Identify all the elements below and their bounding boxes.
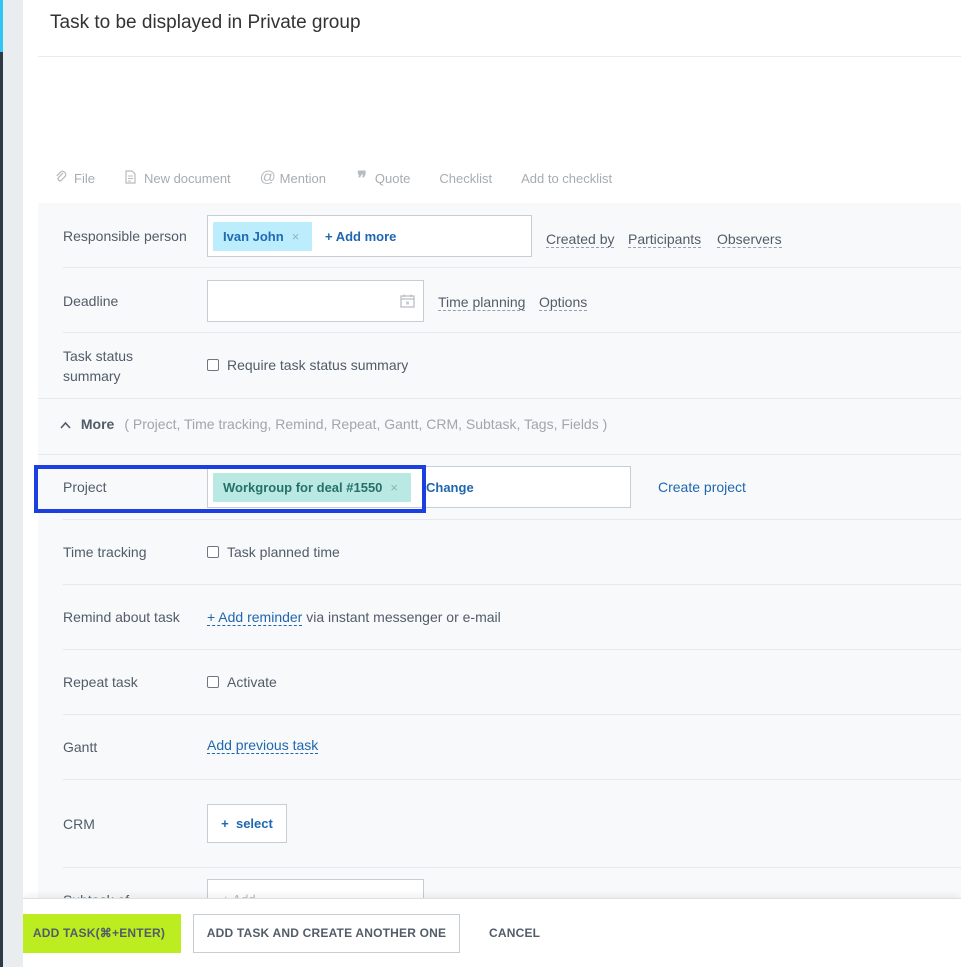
at-sign-icon: @ — [259, 169, 276, 186]
toolbar-checklist-label: Checklist — [439, 170, 493, 186]
toolbar-add-to-checklist-label: Add to checklist — [521, 170, 613, 186]
section-divider — [38, 398, 961, 399]
more-toggle[interactable]: More ( Project, Time tracking, Remind, Re… — [60, 416, 607, 432]
responsible-person-label: Responsible person — [63, 228, 187, 244]
responsible-person-field[interactable]: Ivan John × + Add more — [207, 215, 532, 257]
cancel-button[interactable]: CANCEL — [489, 914, 559, 953]
create-project-link[interactable]: Create project — [658, 479, 746, 495]
add-reminder-link[interactable]: + Add reminder — [207, 609, 303, 626]
remind-controls: + Add reminder via instant messenger or … — [207, 609, 501, 626]
paperclip-icon — [54, 170, 68, 187]
toolbar-quote[interactable]: ❞ Quote — [355, 168, 411, 188]
toolbar-new-document-label: New document — [143, 170, 231, 186]
add-more-responsible-link[interactable]: + Add more — [325, 229, 396, 244]
crm-label: CRM — [63, 816, 95, 832]
add-task-button[interactable]: ADD TASK(⌘+ENTER) — [23, 914, 181, 953]
crm-select-button[interactable]: + select — [207, 804, 287, 843]
repeat-activate-label: Activate — [227, 674, 277, 690]
remove-responsible-icon[interactable]: × — [292, 229, 300, 244]
chevron-up-icon — [60, 416, 75, 432]
remind-suffix: via instant messenger or e-mail — [306, 609, 501, 625]
task-title-input[interactable]: Task to be displayed in Private group — [50, 12, 361, 34]
remind-label: Remind about task — [63, 609, 180, 625]
responsible-tag-label: Ivan John — [223, 229, 284, 244]
row-deadline: Deadline Time planning Options — [63, 268, 961, 333]
quote-icon: ❞ — [357, 168, 367, 188]
left-gutter — [3, 0, 23, 967]
toolbar-mention-label: Mention — [279, 170, 326, 186]
row-gantt: Gantt Add previous task — [63, 715, 961, 780]
add-and-create-another-button[interactable]: ADD TASK AND CREATE ANOTHER ONE — [193, 914, 460, 953]
toolbar-checklist[interactable]: Checklist — [439, 171, 492, 186]
toolbar-mention[interactable]: @ Mention — [260, 169, 326, 187]
task-planned-time-checkbox[interactable] — [207, 546, 219, 558]
toolbar-file[interactable]: File — [54, 170, 95, 187]
row-repeat: Repeat task Activate — [63, 650, 961, 715]
task-fields-section: Responsible person Ivan John × + Add more… — [38, 203, 961, 921]
observers-link[interactable]: Observers — [717, 231, 782, 248]
add-previous-task-link[interactable]: Add previous task — [207, 737, 319, 754]
editor-toolbar: File New document @ Mention ❞ Quote Chec… — [54, 168, 641, 188]
status-summary-label: Task status summary — [63, 346, 133, 386]
deadline-label: Deadline — [63, 293, 119, 309]
row-crm: CRM + select — [63, 780, 961, 868]
more-field-list: ( Project, Time tracking, Remind, Repeat… — [124, 416, 608, 432]
title-divider — [38, 56, 961, 57]
gantt-label: Gantt — [63, 739, 98, 755]
toolbar-quote-label: Quote — [374, 170, 411, 186]
more-label: More — [80, 416, 115, 432]
options-link[interactable]: Options — [539, 294, 588, 311]
document-icon — [124, 169, 138, 187]
require-summary-option[interactable]: Require task status summary — [207, 357, 408, 373]
status-summary-label-line1: Task status — [63, 348, 134, 364]
task-planned-time-option[interactable]: Task planned time — [207, 544, 340, 560]
task-planned-time-label: Task planned time — [227, 544, 340, 560]
project-row-highlight — [34, 465, 426, 513]
toolbar-file-label: File — [74, 170, 95, 186]
deadline-input[interactable] — [207, 280, 424, 322]
toolbar-new-document[interactable]: New document — [124, 169, 231, 187]
time-planning-link[interactable]: Time planning — [438, 294, 526, 311]
require-summary-checkbox[interactable] — [207, 359, 219, 371]
footer-actions: ADD TASK(⌘+ENTER) ADD TASK AND CREATE AN… — [23, 898, 961, 967]
status-summary-label-line2: summary — [63, 368, 121, 384]
task-form-panel: Task to be displayed in Private group Fi… — [23, 0, 961, 967]
repeat-activate-option[interactable]: Activate — [207, 674, 277, 690]
toolbar-add-to-checklist[interactable]: Add to checklist — [521, 171, 612, 186]
row-responsible-person: Responsible person Ivan John × + Add more… — [63, 203, 961, 268]
require-summary-label: Require task status summary — [227, 357, 409, 373]
repeat-label: Repeat task — [63, 674, 138, 690]
calendar-icon[interactable] — [400, 294, 415, 311]
participants-link[interactable]: Participants — [628, 231, 702, 248]
created-by-link[interactable]: Created by — [546, 231, 615, 248]
time-tracking-label: Time tracking — [63, 544, 147, 560]
repeat-activate-checkbox[interactable] — [207, 676, 219, 688]
row-remind: Remind about task + Add reminder via ins… — [63, 585, 961, 650]
row-status-summary: Task status summary Require task status … — [63, 333, 961, 398]
responsible-tag: Ivan John × — [213, 222, 312, 251]
row-time-tracking: Time tracking Task planned time — [63, 520, 961, 585]
change-project-link[interactable]: Change — [426, 480, 474, 495]
